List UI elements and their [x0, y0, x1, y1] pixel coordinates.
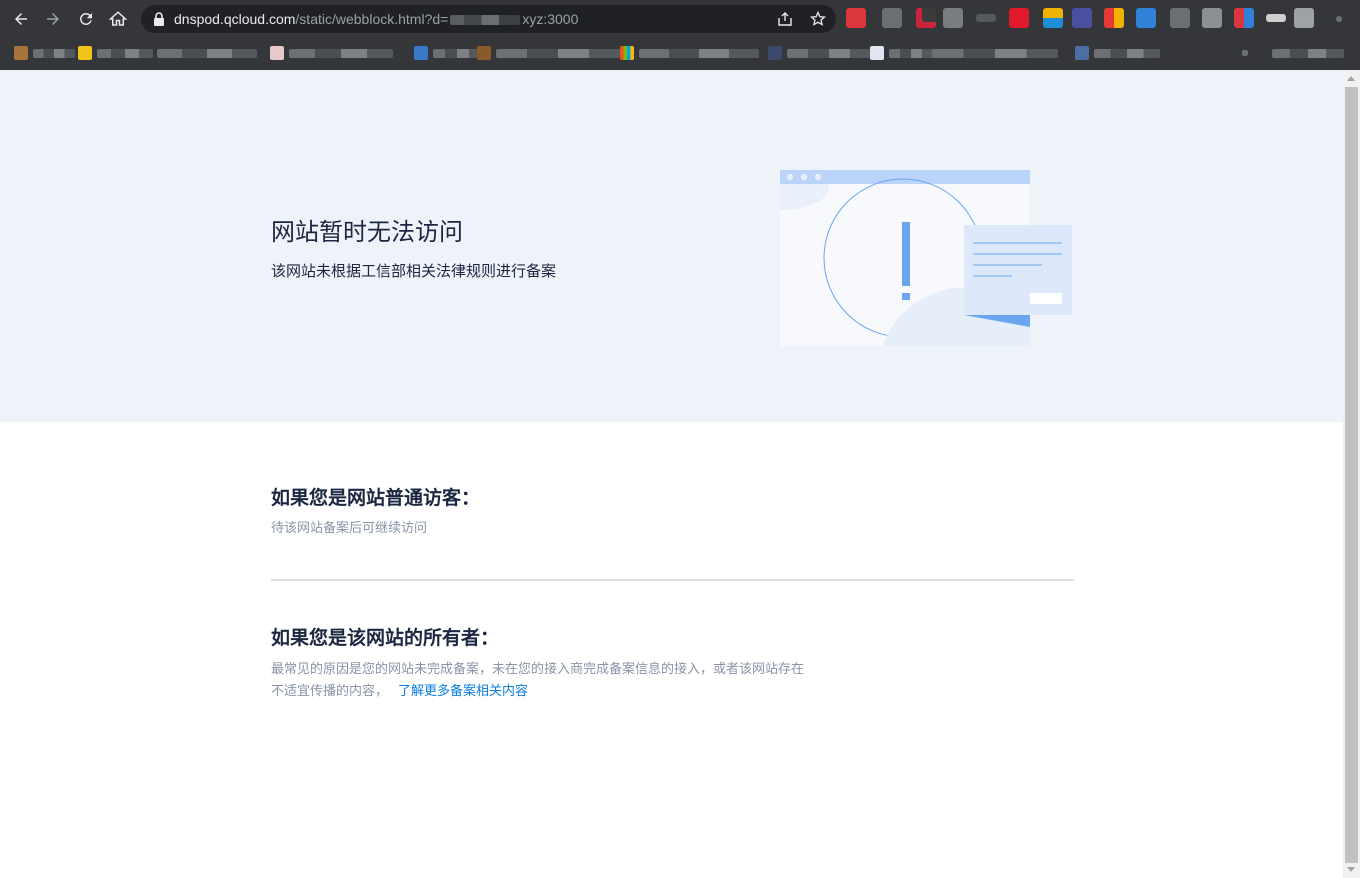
bookmark-icon [870, 46, 884, 60]
star-icon[interactable] [810, 11, 826, 27]
bookmark-item[interactable] [620, 44, 759, 62]
bookmark-item[interactable] [870, 44, 933, 62]
warning-illustration [780, 170, 1072, 346]
bookmark-label-redacted [932, 48, 1058, 58]
bookmark-label-redacted [1094, 48, 1160, 58]
section-divider [271, 579, 1074, 581]
scroll-down-arrow-icon[interactable] [1347, 867, 1355, 872]
visitor-section-title: 如果您是网站普通访客： [271, 487, 481, 509]
url-host: dnspod.qcloud.com [174, 11, 296, 27]
bookmark-item[interactable] [1075, 44, 1160, 62]
bookmark-icon [768, 46, 782, 60]
bookmark-item[interactable] [414, 44, 481, 62]
bookmark-item[interactable] [1272, 44, 1344, 62]
forward-button[interactable] [41, 7, 65, 31]
extension-icon[interactable] [1043, 8, 1063, 28]
learn-more-link[interactable]: 了解更多备案相关内容 [398, 684, 528, 699]
extension-icon[interactable] [846, 8, 866, 28]
extension-icon[interactable] [976, 14, 996, 22]
bookmark-label-redacted [889, 48, 933, 58]
owner-text-line1: 最常见的原因是您的网站未完成备案，未在您的接入商完成备案信息的接入，或者该网站存… [271, 662, 805, 677]
url-tail: xyz:3000 [522, 11, 579, 27]
extension-icon[interactable] [1266, 14, 1286, 22]
bookmark-label-redacted [157, 48, 257, 58]
browser-chrome: dnspod.qcloud.com/static/webblock.html?d… [0, 0, 1360, 70]
bookmark-icon [414, 46, 428, 60]
bookmark-item[interactable] [78, 44, 153, 62]
hero-banner: 网站暂时无法访问 该网站未根据工信部相关法律规则进行备案 [0, 70, 1343, 422]
extension-icon[interactable] [943, 8, 963, 28]
address-bar[interactable]: dnspod.qcloud.com/static/webblock.html?d… [141, 5, 836, 33]
page-viewport: 网站暂时无法访问 该网站未根据工信部相关法律规则进行备案 如果您是网站普通访客：… [0, 70, 1343, 878]
bookmark-label-redacted [433, 48, 481, 58]
owner-text-line2-wrap: 不适宜传播的内容， 了解更多备案相关内容 [271, 681, 871, 703]
back-button[interactable] [9, 7, 33, 31]
owner-text-line2: 不适宜传播的内容， [271, 684, 389, 699]
bookmark-icon [477, 46, 491, 60]
extension-icon[interactable] [882, 8, 902, 28]
url-text: dnspod.qcloud.com/static/webblock.html?d… [174, 11, 578, 27]
home-button[interactable] [106, 7, 130, 31]
bookmark-label-redacted [97, 48, 153, 58]
bookmarks-bar [0, 37, 1360, 70]
bookmark-item[interactable] [14, 44, 75, 62]
bookmark-icon [14, 46, 28, 60]
owner-section-title: 如果您是该网站的所有者： [271, 627, 500, 649]
share-icon[interactable] [777, 11, 793, 27]
extensions-area [846, 8, 1356, 30]
url-redacted [450, 15, 521, 26]
extension-icon[interactable] [1072, 8, 1092, 28]
extension-icon[interactable] [1294, 8, 1314, 28]
bookmark-item[interactable] [477, 44, 620, 62]
bookmark-icon [1242, 50, 1248, 56]
home-icon [109, 11, 127, 26]
exclamation-icon [902, 222, 910, 286]
scrollbar-thumb[interactable] [1345, 87, 1358, 863]
extension-icon[interactable] [1136, 8, 1156, 28]
reload-icon [79, 12, 92, 25]
lock-icon [154, 12, 164, 26]
extension-icon[interactable] [1336, 16, 1342, 22]
extension-icon[interactable] [1202, 8, 1222, 28]
browser-toolbar: dnspod.qcloud.com/static/webblock.html?d… [0, 0, 1360, 37]
bookmark-label-redacted [1272, 48, 1344, 58]
bookmark-label-redacted [639, 48, 759, 58]
extension-icon[interactable] [1104, 8, 1124, 28]
scroll-up-arrow-icon[interactable] [1347, 76, 1355, 81]
bookmark-label-redacted [289, 48, 393, 58]
bookmark-label-redacted [33, 48, 75, 58]
extension-icon[interactable] [916, 8, 936, 28]
bookmark-label-redacted [496, 48, 620, 58]
extension-icon[interactable] [1170, 8, 1190, 28]
owner-section-text: 最常见的原因是您的网站未完成备案，未在您的接入商完成备案信息的接入，或者该网站存… [271, 659, 871, 703]
vertical-scrollbar[interactable] [1343, 70, 1360, 878]
visitor-section-text: 待该网站备案后可继续访问 [271, 521, 428, 536]
page-subtitle: 该网站未根据工信部相关法律规则进行备案 [271, 262, 557, 280]
url-path: /static/webblock.html?d= [295, 11, 449, 27]
back-icon [15, 13, 27, 25]
bookmark-item[interactable] [270, 44, 393, 62]
bookmark-icon [1075, 46, 1089, 60]
bookmark-icon [620, 46, 634, 60]
bookmark-label-redacted [787, 48, 871, 58]
bookmark-item[interactable] [932, 44, 1058, 62]
folder-icon [78, 46, 92, 60]
page-title: 网站暂时无法访问 [271, 218, 463, 246]
extension-icon[interactable] [1009, 8, 1029, 28]
reload-button[interactable] [74, 7, 98, 31]
extension-icon[interactable] [1234, 8, 1254, 28]
bookmark-item[interactable] [1242, 44, 1253, 62]
bookmark-icon [270, 46, 284, 60]
forward-icon [47, 13, 59, 25]
bookmark-item[interactable] [157, 44, 257, 62]
bookmark-item[interactable] [768, 44, 871, 62]
